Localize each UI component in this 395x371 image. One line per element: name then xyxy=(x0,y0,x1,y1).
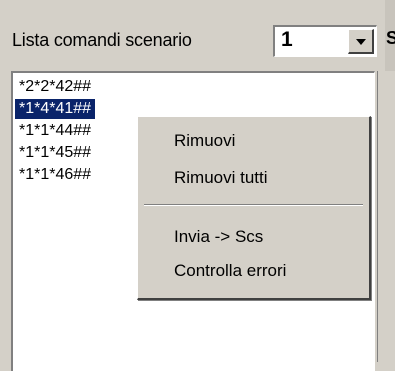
scenario-select[interactable]: 1 xyxy=(273,25,377,57)
right-edge-label: S xyxy=(386,28,395,48)
menu-item-remove-all[interactable]: Rimuovi tutti xyxy=(174,168,268,188)
command-list-item-selected[interactable]: *1*4*41## xyxy=(15,99,96,119)
scenario-list-label: Lista comandi scenario xyxy=(12,30,192,50)
right-pane xyxy=(377,71,395,362)
scenario-select-value: 1 xyxy=(281,28,293,51)
command-list-item[interactable]: *1*1*45## xyxy=(15,143,95,163)
chevron-down-icon xyxy=(356,39,366,45)
context-menu: Rimuovi Rimuovi tutti Invia -> Scs Contr… xyxy=(137,116,371,300)
menu-item-check-errors[interactable]: Controlla errori xyxy=(174,261,286,281)
menu-item-send-scs[interactable]: Invia -> Scs xyxy=(174,227,263,247)
command-list-item[interactable]: *2*2*42## xyxy=(15,77,95,97)
command-list-item[interactable]: *1*1*44## xyxy=(15,121,95,141)
command-list-item[interactable]: *1*1*46## xyxy=(15,165,95,185)
scenario-select-dropdown-button[interactable] xyxy=(348,29,374,54)
menu-item-remove[interactable]: Rimuovi xyxy=(174,131,235,151)
menu-separator xyxy=(144,204,363,206)
